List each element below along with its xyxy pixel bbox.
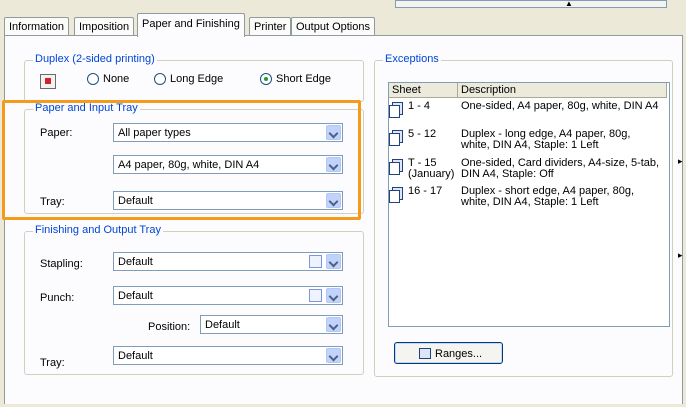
position-value: Default xyxy=(205,319,240,331)
document-icon xyxy=(389,130,403,146)
description-cell: One-sided, Card dividers, A4-size, 5-tab… xyxy=(461,157,660,180)
radio-none[interactable] xyxy=(87,73,99,85)
table-row[interactable]: 1 - 4 One-sided, A4 paper, 80g, white, D… xyxy=(389,101,667,125)
output-tray-label: Tray: xyxy=(40,357,65,369)
duplex-legend: Duplex (2-sided printing) xyxy=(33,53,157,65)
punch-select[interactable]: Default xyxy=(113,286,343,305)
table-row[interactable]: T - 15 (January) One-sided, Card divider… xyxy=(389,158,667,182)
exceptions-table[interactable]: Sheet Description 1 - 4 One-sided, A4 pa… xyxy=(388,82,670,327)
tab-output-options[interactable]: Output Options xyxy=(291,17,375,36)
tab-imposition[interactable]: Imposition xyxy=(74,17,135,36)
tab-paper-and-finishing[interactable]: Paper and Finishing xyxy=(137,13,245,37)
chevron-down-icon[interactable] xyxy=(326,317,341,332)
radio-long-edge-label[interactable]: Long Edge xyxy=(170,73,223,85)
sheet-cell: 5 - 12 xyxy=(408,128,437,140)
finishing-legend: Finishing and Output Tray xyxy=(33,224,163,236)
tab-information[interactable]: Information xyxy=(4,17,70,36)
ranges-button[interactable]: Ranges... xyxy=(394,342,503,364)
description-cell: Duplex - short edge, A4 paper, 80g, whit… xyxy=(461,185,635,208)
stapling-select[interactable]: Default xyxy=(113,252,343,271)
description-column-header[interactable]: Description xyxy=(458,83,667,98)
description-cell: Duplex - long edge, A4 paper, 80g, white… xyxy=(461,128,631,151)
chevron-down-icon[interactable] xyxy=(326,288,341,303)
ranges-button-label: Ranges... xyxy=(435,348,483,360)
sheet-column-header[interactable]: Sheet xyxy=(389,83,458,98)
radio-short-edge[interactable] xyxy=(260,73,272,85)
chevron-down-icon[interactable] xyxy=(326,254,341,269)
tab-printer[interactable]: Printer xyxy=(249,17,292,36)
radio-short-edge-label[interactable]: Short Edge xyxy=(276,73,331,85)
sheet-cell: T - 15 (January) xyxy=(408,157,455,180)
expand-right-icon[interactable]: ▸ xyxy=(678,250,686,262)
divider-document-icon xyxy=(389,159,403,175)
punch-label: Punch: xyxy=(40,292,75,304)
expand-right-icon[interactable]: ▸ xyxy=(678,156,686,168)
highlight-box xyxy=(2,100,361,220)
ranges-icon xyxy=(419,348,431,359)
radio-none-label[interactable]: None xyxy=(103,73,129,85)
punch-preview-icon xyxy=(309,289,322,302)
position-select[interactable]: Default xyxy=(200,315,343,334)
description-cell: One-sided, A4 paper, 80g, white, DIN A4 xyxy=(461,100,659,112)
exceptions-legend: Exceptions xyxy=(383,53,441,65)
top-scroll-strip: ▲ xyxy=(0,0,686,10)
document-icon xyxy=(389,102,403,118)
collapse-arrow-icon[interactable]: ▲ xyxy=(565,0,573,8)
position-label: Position: xyxy=(148,321,191,333)
stapling-label: Stapling: xyxy=(40,258,83,270)
radio-long-edge[interactable] xyxy=(154,73,166,85)
output-tray-value: Default xyxy=(118,350,153,362)
table-row[interactable]: 5 - 12 Duplex - long edge, A4 paper, 80g… xyxy=(389,129,667,153)
stapling-value: Default xyxy=(118,256,153,268)
chevron-down-icon[interactable] xyxy=(326,348,341,363)
table-row[interactable]: 16 - 17 Duplex - short edge, A4 paper, 8… xyxy=(389,186,667,210)
output-tray-select[interactable]: Default xyxy=(113,346,343,365)
sheet-cell: 16 - 17 xyxy=(408,185,443,197)
sheet-cell: 1 - 4 xyxy=(408,100,431,112)
stapling-preview-icon xyxy=(309,255,322,268)
scroll-strip[interactable] xyxy=(395,0,667,8)
document-icon xyxy=(389,187,403,203)
duplex-preview-icon xyxy=(40,74,56,89)
punch-value: Default xyxy=(118,290,153,302)
